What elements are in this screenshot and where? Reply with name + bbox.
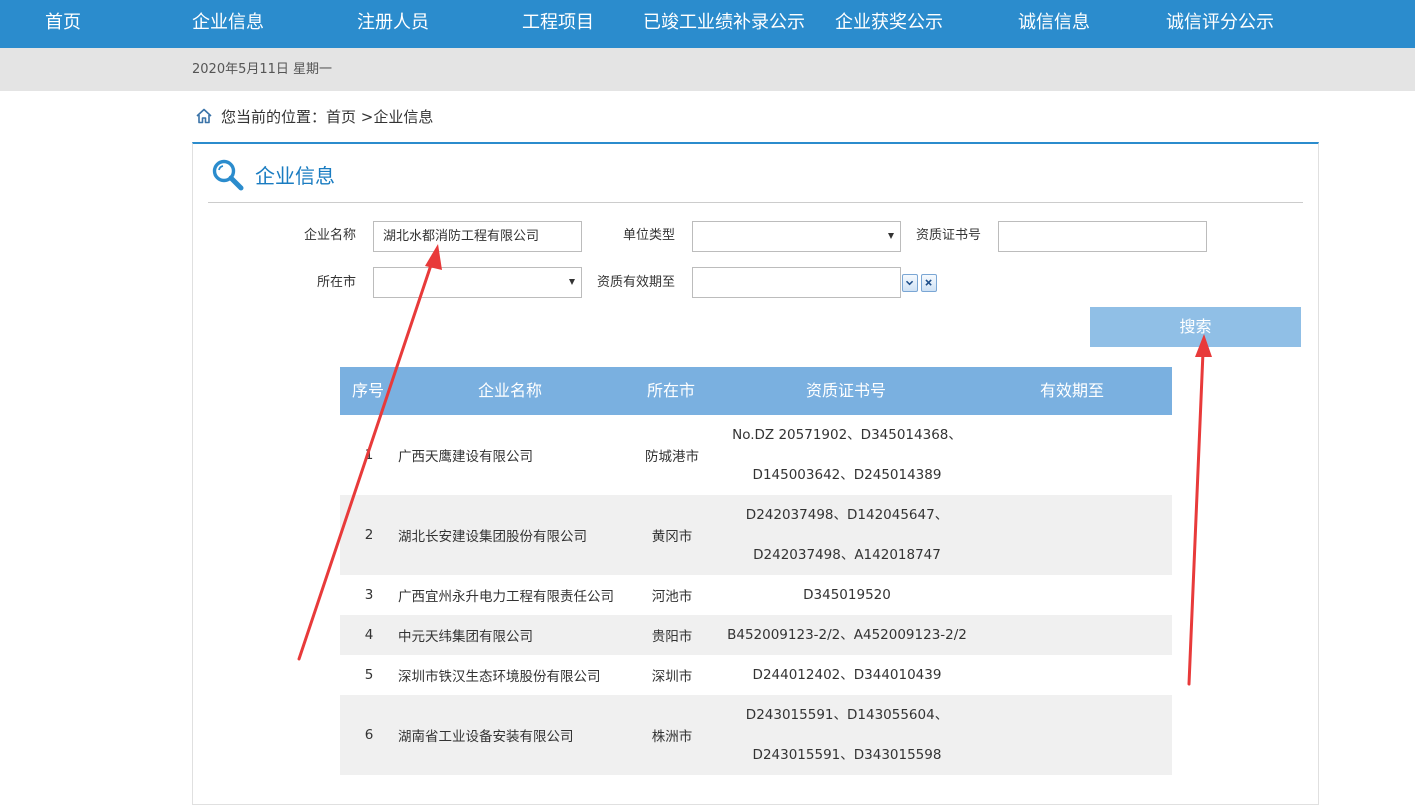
close-icon	[925, 279, 932, 286]
date-clear-button[interactable]	[921, 274, 937, 292]
table-header: 序号 企业名称 所在市 资质证书号 有效期至	[340, 367, 1172, 415]
row-valid-until	[980, 415, 1172, 495]
header-no: 序号	[352, 381, 385, 400]
header-company-name: 企业名称	[478, 381, 543, 400]
panel-header: 企业信息	[208, 144, 1303, 203]
valid-until-label: 资质有效期至	[597, 275, 676, 290]
breadcrumb: 您当前的位置：首页 >企业信息	[195, 106, 433, 128]
results-table: 序号 企业名称 所在市 资质证书号 有效期至 1 广西天鹰建设有限公司 防城港市…	[340, 367, 1172, 775]
company-name-label: 企业名称	[304, 228, 357, 243]
top-nav: 首页 企业信息 注册人员 工程项目 已竣工业绩补录公示 企业获奖公示 诚信信息 …	[0, 0, 1415, 48]
breadcrumb-separator: >	[356, 108, 374, 126]
row-valid-until	[980, 695, 1172, 775]
cert-line: D242037498、D142045647、	[745, 507, 949, 523]
row-cert-no: D345019520	[714, 575, 980, 615]
row-city: 贵阳市	[651, 629, 693, 645]
row-company-name[interactable]: 广西天鹰建设有限公司	[398, 415, 630, 495]
date-bar: 2020年5月11日 星期一	[0, 48, 1415, 91]
row-no: 1	[364, 447, 374, 463]
row-valid-until	[980, 615, 1172, 655]
cert-line: D345019520	[803, 587, 891, 603]
home-icon	[196, 108, 212, 124]
row-company-name[interactable]: 广西宜州永升电力工程有限责任公司	[398, 575, 630, 615]
row-no: 4	[364, 627, 374, 643]
row-cert-no: D243015591、D143055604、 D243015591、D34301…	[714, 695, 980, 775]
table-row: 6 湖南省工业设备安装有限公司 株洲市 D243015591、D14305560…	[340, 695, 1172, 775]
current-date: 2020年5月11日 星期一	[192, 62, 333, 77]
row-valid-until	[980, 655, 1172, 695]
table-row: 1 广西天鹰建设有限公司 防城港市 No.DZ 20571902、D345014…	[340, 415, 1172, 495]
row-no: 2	[364, 527, 374, 543]
table-row: 3 广西宜州永升电力工程有限责任公司 河池市 D345019520	[340, 575, 1172, 615]
row-valid-until	[980, 575, 1172, 615]
cert-line: D243015591、D143055604、	[745, 707, 949, 723]
cert-line: D244012402、D344010439	[752, 667, 942, 683]
row-no: 3	[364, 587, 374, 603]
row-cert-no: No.DZ 20571902、D345014368、 D145003642、D2…	[714, 415, 980, 495]
row-company-name[interactable]: 湖南省工业设备安装有限公司	[398, 695, 630, 775]
breadcrumb-home-link[interactable]: 首页	[326, 108, 356, 126]
unit-type-label: 单位类型	[623, 228, 676, 243]
company-name-input[interactable]: 湖北水都消防工程有限公司	[373, 221, 582, 252]
nav-item-credit-info[interactable]: 诚信信息	[1018, 0, 1090, 48]
row-company-name[interactable]: 中元天纬集团有限公司	[398, 615, 630, 655]
chevron-down-icon	[905, 280, 914, 286]
row-city: 河池市	[651, 589, 693, 605]
breadcrumb-current[interactable]: 企业信息	[373, 108, 433, 126]
nav-item-registered-personnel[interactable]: 注册人员	[357, 0, 429, 48]
search-button[interactable]: 搜索	[1090, 307, 1301, 347]
city-label: 所在市	[317, 275, 357, 290]
valid-until-input[interactable]	[692, 267, 901, 298]
row-company-name[interactable]: 深圳市铁汉生态环境股份有限公司	[398, 655, 630, 695]
row-cert-no: D242037498、D142045647、 D242037498、A14201…	[714, 495, 980, 575]
table-row: 4 中元天纬集团有限公司 贵阳市 B452009123-2/2、A4520091…	[340, 615, 1172, 655]
cert-line: B452009123-2/2、A452009123-2/2	[727, 627, 967, 643]
cert-line: D242037498、A142018747	[753, 547, 941, 563]
row-city: 防城港市	[645, 449, 699, 465]
header-city: 所在市	[647, 381, 696, 400]
row-cert-no: D244012402、D344010439	[714, 655, 980, 695]
date-dropdown-button[interactable]	[902, 274, 918, 292]
magnifier-icon	[212, 159, 244, 191]
row-city: 黄冈市	[651, 529, 693, 545]
row-city: 深圳市	[651, 669, 693, 685]
city-select[interactable]	[373, 267, 582, 298]
nav-item-completed-performance[interactable]: 已竣工业绩补录公示	[643, 0, 805, 48]
row-no: 6	[364, 727, 374, 743]
unit-type-select[interactable]	[692, 221, 901, 252]
table-row: 2 湖北长安建设集团股份有限公司 黄冈市 D242037498、D1420456…	[340, 495, 1172, 575]
cert-line: D243015591、D343015598	[752, 747, 942, 763]
row-company-name[interactable]: 湖北长安建设集团股份有限公司	[398, 495, 630, 575]
nav-item-home[interactable]: 首页	[45, 0, 81, 48]
row-city: 株洲市	[651, 729, 693, 745]
breadcrumb-prefix: 您当前的位置：	[221, 108, 327, 126]
nav-item-projects[interactable]: 工程项目	[522, 0, 594, 48]
cert-no-input[interactable]	[998, 221, 1207, 252]
cert-no-label: 资质证书号	[916, 228, 982, 243]
chevron-down-icon	[569, 279, 575, 285]
header-cert-no: 资质证书号	[806, 381, 887, 400]
chevron-down-icon	[888, 233, 894, 239]
nav-item-company-awards[interactable]: 企业获奖公示	[835, 0, 943, 48]
cert-line: No.DZ 20571902、D345014368、	[732, 427, 962, 443]
row-valid-until	[980, 495, 1172, 575]
table-row: 5 深圳市铁汉生态环境股份有限公司 深圳市 D244012402、D344010…	[340, 655, 1172, 695]
row-no: 5	[364, 667, 374, 683]
cert-line: D145003642、D245014389	[752, 467, 942, 483]
row-cert-no: B452009123-2/2、A452009123-2/2	[714, 615, 980, 655]
panel-title: 企业信息	[255, 164, 335, 188]
nav-item-company-info[interactable]: 企业信息	[192, 0, 264, 48]
nav-item-credit-score[interactable]: 诚信评分公示	[1166, 0, 1274, 48]
header-valid-until: 有效期至	[1040, 381, 1105, 400]
